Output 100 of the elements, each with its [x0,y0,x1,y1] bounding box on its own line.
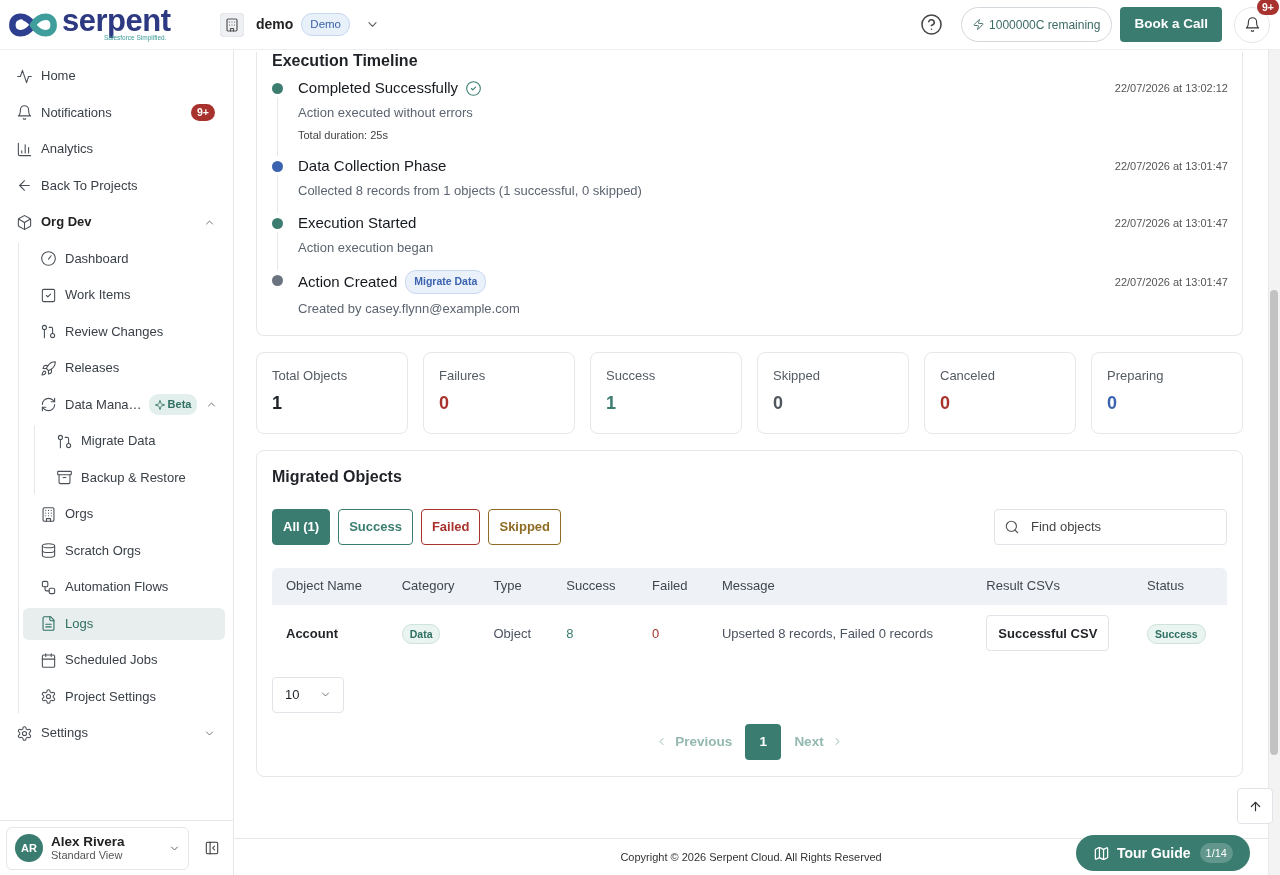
sidebar-item[interactable]: Orgs [23,498,225,530]
sidebar-item[interactable]: Scratch Orgs [23,534,225,567]
table-cell: Account [272,603,388,662]
stat-value: 0 [439,392,450,413]
branch-icon [41,324,56,339]
lightning-icon [973,19,985,30]
user-menu[interactable]: AR Alex Rivera Standard View [6,826,189,870]
sidebar-item[interactable]: Review Changes [23,315,225,348]
help-icon[interactable] [921,14,943,35]
event-title: Execution Started [298,213,417,233]
stat-label: Failures [439,367,487,383]
stat-label: Success [606,367,657,383]
sidebar-item[interactable]: Work Items [23,279,225,311]
count-badge: 9+ [191,104,215,121]
stat-value: 0 [1107,392,1118,413]
beta-label: Beta [167,397,192,413]
event-title: Action Created [298,271,398,292]
user-name: Alex Rivera [51,834,125,849]
user-role: Standard View [51,849,124,862]
user-avatar: AR [15,834,43,862]
page-button[interactable]: 1 [745,723,782,760]
tour-guide-button[interactable]: Tour Guide 1/14 [1075,835,1250,871]
chevron-up-icon[interactable] [206,399,218,410]
project-badge: Demo [301,12,351,37]
copyright-text: Copyright © 2026 Serpent Cloud. All Rights Reserved [620,849,882,865]
sidebar-item[interactable]: Dashboard [23,242,225,275]
credits-button[interactable]: 1000000C remaining [961,7,1113,42]
stat-label: Skipped [773,367,821,383]
sidebar-item[interactable]: Backup & Restore [39,461,225,494]
bell-icon [17,105,32,120]
search-icon [1005,519,1019,534]
sidebar-item[interactable]: Scheduled Jobs [23,644,225,676]
filter-button[interactable]: Success [338,508,413,545]
scrollbar[interactable] [1268,50,1280,875]
step-counter: 1/14 [1199,842,1233,864]
event-time: 22/07/2026 at 13:02:12 [1114,80,1228,96]
building-icon [220,12,244,37]
event-description: Action execution began [298,239,435,257]
notification-badge: 9+ [1257,0,1279,15]
sidebar-item[interactable]: Project Settings [23,680,225,713]
archive-icon [57,470,72,485]
filter-button[interactable]: Skipped [488,508,562,545]
table-cell: 0 [638,603,708,662]
scrollbar-thumb[interactable] [1270,290,1278,755]
event-title: Data Collection Phase [298,156,447,176]
column-header: Failed [638,567,708,604]
section-title: Execution Timeline [272,52,419,70]
sidebar-item[interactable]: Analytics [8,133,225,165]
check-circle-icon [466,80,482,96]
event-description: Created by casey.flynn@example.com [298,299,521,318]
gauge-icon [41,251,56,266]
column-header: Success [552,567,639,604]
event-time: 22/07/2026 at 13:01:47 [1114,274,1228,290]
sidebar-item[interactable]: Logs [23,607,225,640]
sidebar-item[interactable]: Notifications 9+ [8,96,225,129]
book-call-button[interactable]: Book a Call [1120,7,1222,42]
page-size-select[interactable]: 10 [272,676,344,713]
event-description: Action executed without errors [298,104,474,122]
sidebar-item[interactable]: Org Dev [8,206,225,238]
search-field[interactable]: Find objects [994,508,1227,545]
stat-value: 1 [606,392,617,413]
column-header: Result CSVs [972,567,1134,604]
filter-button[interactable]: Failed [420,508,481,545]
column-header: Category [387,567,480,604]
stat-label: Canceled [940,367,996,383]
column-header: Type [479,567,553,604]
branch-icon [57,433,72,449]
sidebar-item[interactable]: Settings [8,717,225,749]
refresh-icon [41,397,56,412]
sidebar-item[interactable]: Migrate Data [39,425,225,457]
bar-chart-icon [17,141,32,157]
document-icon [41,616,56,631]
sidebar-item[interactable]: Releases [23,352,225,384]
sidebar-item[interactable]: Home [8,60,225,92]
event-description: Collected 8 records from 1 objects (1 successful, 0 skipped) [298,182,643,200]
column-header: Status [1133,567,1227,604]
section-title: Migrated Objects [272,466,403,486]
status-badge: Success [1147,623,1206,644]
table-cell: Object [479,603,553,662]
checked-square-icon [41,287,56,303]
filter-button[interactable]: All (1) [272,508,331,545]
sidebar-item[interactable]: Back To Projects [8,169,225,202]
stat-value: 0 [773,392,784,413]
csv-download-button[interactable]: Successful CSV [986,615,1110,652]
table-cell: Upserted 8 records, Failed 0 records [707,603,973,662]
back-to-top-button[interactable] [1237,788,1273,824]
settings-icon [41,689,56,704]
sidebar-item[interactable]: Data Mana… Beta [23,388,225,421]
database-icon [41,543,56,558]
box-icon [17,214,32,230]
sidebar-item[interactable]: Automation Flows [23,571,225,603]
activity-icon [17,68,32,84]
table-cell: 8 [552,603,639,662]
stat-label: Preparing [1107,367,1165,383]
bell-icon [1244,17,1260,32]
project-name: demo [256,15,294,34]
panel-icon[interactable] [205,841,219,855]
workflow-icon [41,579,56,595]
calendar-icon [41,652,56,668]
building-icon [41,506,56,522]
